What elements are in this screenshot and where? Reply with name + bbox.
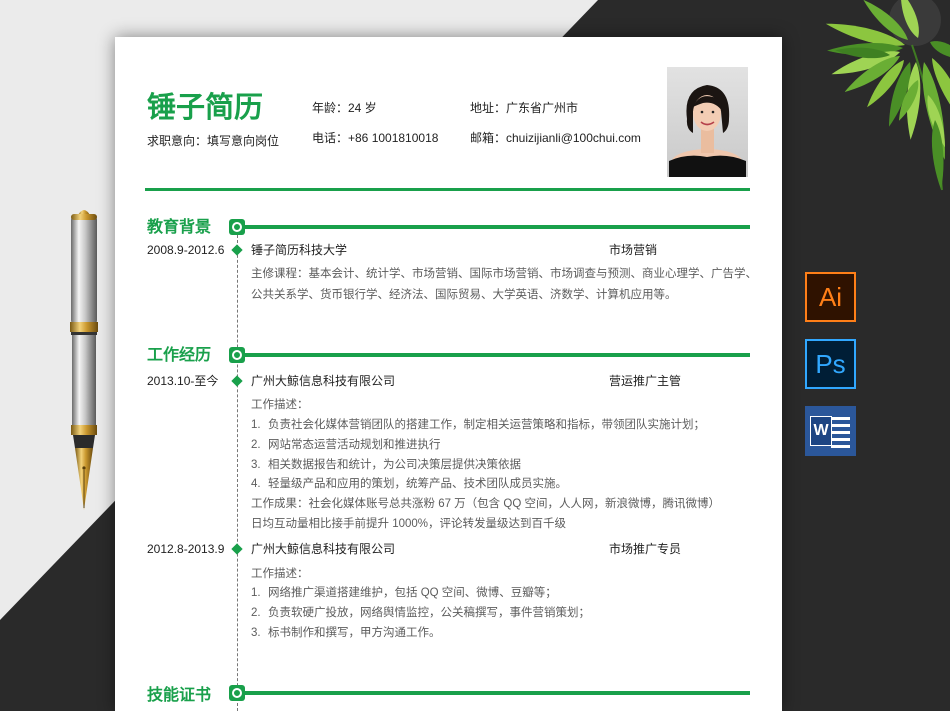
work-position: 市场推广专员 xyxy=(609,542,682,556)
work-period: 2012.8-2013.9 xyxy=(147,542,225,556)
work-company: 广州大鲸信息科技有限公司 xyxy=(251,542,396,556)
work-position: 营运推广主管 xyxy=(609,374,682,388)
list-item: 网站常态运营活动规划和推进执行 xyxy=(268,439,441,451)
list-item: 负责社会化媒体营销团队的搭建工作，制定相关运营策略和指标，带领团队实施计划； xyxy=(268,419,705,431)
work-period: 2013.10-至今 xyxy=(147,374,219,388)
list-item: 相关数据报告和统计，为公司决策层提供决策依据 xyxy=(268,459,521,471)
section-title-skills: 技能证书 xyxy=(147,687,212,704)
section-rule-work xyxy=(245,353,750,357)
education-courses-line: 主修课程：基本会计、统计学、市场营销、国际市场营销、市场调查与预测、商业心理学、… xyxy=(251,268,757,280)
timeline-diamond-icon xyxy=(231,543,243,555)
education-courses-line: 公共关系学、货币银行学、经济法、国际贸易、大学英语、济数学、计算机应用等。 xyxy=(251,289,677,301)
contact-phone: 电话：+86 1001810018 xyxy=(312,131,439,145)
resume-page: 锤子简历 求职意向：填写意向岗位 年龄：24 岁 地址：广东省广州市 电话：+8… xyxy=(115,37,782,711)
photoshop-icon-label: Ps xyxy=(815,349,846,379)
list-item: 标书制作和撰写，甲方沟通工作。 xyxy=(268,627,441,639)
work-desc-label: 工作描述： xyxy=(251,399,309,411)
timeline-dashed-line xyxy=(237,235,238,711)
word-icon-label: W xyxy=(813,422,829,439)
list-item-number: 1. xyxy=(251,587,261,599)
timeline-diamond-icon xyxy=(231,244,243,256)
section-rule-skills xyxy=(245,691,750,695)
word-badge: W xyxy=(810,416,832,446)
work-company: 广州大鲸信息科技有限公司 xyxy=(251,374,396,388)
photoshop-icon: Ps xyxy=(805,339,856,389)
list-item-number: 1. xyxy=(251,419,261,431)
list-item-number: 2. xyxy=(251,607,261,619)
header-divider xyxy=(145,188,750,191)
contact-email: 邮箱：chuizijianli@100chui.com xyxy=(470,131,641,145)
education-school: 锤子简历科技大学 xyxy=(251,243,348,257)
word-icon: W xyxy=(805,406,856,456)
list-item: 网络推广渠道搭建维护，包括 QQ 空间、微博、豆瓣等； xyxy=(268,587,557,599)
education-major: 市场营销 xyxy=(609,243,658,257)
list-item-number: 4. xyxy=(251,478,261,490)
timeline-diamond-icon xyxy=(231,375,243,387)
list-item-number: 3. xyxy=(251,627,261,639)
word-doc-line xyxy=(831,445,850,448)
work-desc-label: 工作描述： xyxy=(251,568,309,580)
section-title-education: 教育背景 xyxy=(147,219,212,236)
resume-name-title: 锤子简历 xyxy=(147,92,264,124)
section-marker-icon xyxy=(229,685,245,701)
word-doc-line xyxy=(831,438,850,441)
illustrator-icon-label: Ai xyxy=(818,282,843,312)
education-period: 2008.9-2012.6 xyxy=(147,243,225,257)
contact-age: 年龄：24 岁 xyxy=(312,101,377,115)
portrait-photo xyxy=(667,67,748,177)
list-item: 负责软硬广投放，网络舆情监控，公关稿撰写，事件营销策划； xyxy=(268,607,590,619)
list-item-number: 3. xyxy=(251,459,261,471)
illustrator-icon: Ai xyxy=(805,272,856,322)
work-results-line: 工作成果：社会化媒体账号总共涨粉 67 万（包含 QQ 空间，人人网，新浪微博，… xyxy=(251,498,720,510)
section-title-work: 工作经历 xyxy=(147,347,212,364)
job-objective: 求职意向：填写意向岗位 xyxy=(147,134,280,148)
work-results-line: 日均互动量相比接手前提升 1000%，评论转发量级达到百千级 xyxy=(251,518,567,530)
list-item: 轻量级产品和应用的策划，统筹产品、技术团队成员实施。 xyxy=(268,478,567,490)
fountain-pen-icon xyxy=(70,210,98,510)
section-rule-education xyxy=(245,225,750,229)
contact-address: 地址：广东省广州市 xyxy=(470,101,579,115)
section-marker-icon xyxy=(229,347,245,363)
word-doc-line xyxy=(831,417,850,420)
section-marker-icon xyxy=(229,219,245,235)
list-item-number: 2. xyxy=(251,439,261,451)
word-doc-line xyxy=(831,424,850,427)
word-doc-line xyxy=(831,431,850,434)
